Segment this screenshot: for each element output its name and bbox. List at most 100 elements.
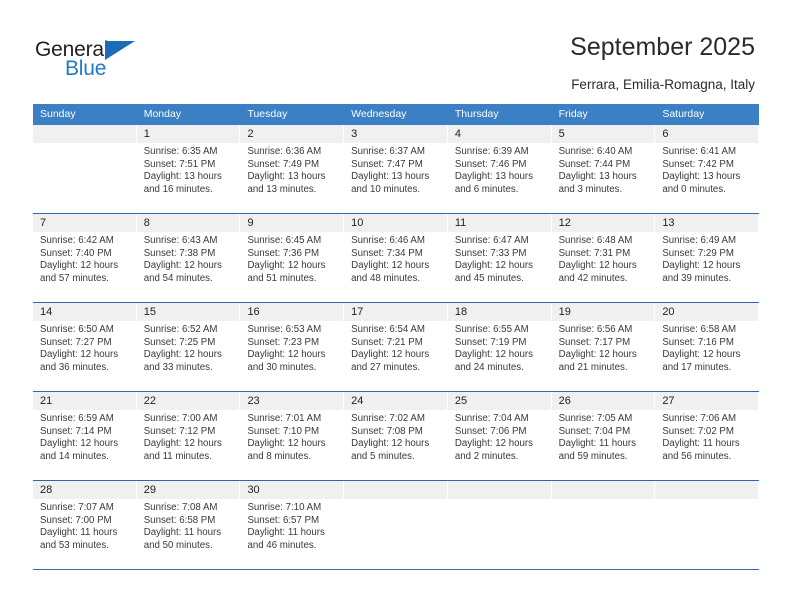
general-blue-logo: General Blue xyxy=(35,38,155,84)
day-number: 16 xyxy=(240,303,344,321)
day-sun-info: Sunrise: 7:07 AM Sunset: 7:00 PM Daylight:… xyxy=(33,499,136,552)
calendar-day-cell-empty xyxy=(447,481,552,569)
sunset-text: Sunset: 7:46 PM xyxy=(454,158,527,170)
sunset-text: Sunset: 7:31 PM xyxy=(558,247,631,259)
sunset-text: Sunset: 7:04 PM xyxy=(558,425,631,437)
day-sun-info: Sunrise: 6:40 AM Sunset: 7:44 PM Daylight:… xyxy=(552,143,655,196)
calendar-day-cell[interactable]: 15 Sunrise: 6:52 AM Sunset: 7:25 PM Dayligh… xyxy=(136,303,241,391)
calendar-day-cell[interactable]: 27 Sunrise: 7:06 AM Sunset: 7:02 PM Dayligh… xyxy=(655,392,760,480)
day-number: 5 xyxy=(551,125,655,143)
sunset-text: Sunset: 7:29 PM xyxy=(662,247,734,259)
daylight-text: Daylight: 11 hours and 53 minutes. xyxy=(40,527,118,551)
sunset-text: Sunset: 7:42 PM xyxy=(662,158,734,170)
sunset-text: Sunset: 7:49 PM xyxy=(247,158,320,170)
calendar-day-cell[interactable]: 28 Sunrise: 7:07 AM Sunset: 7:00 PM Dayligh… xyxy=(33,481,137,569)
day-sun-info: Sunrise: 6:48 AM Sunset: 7:31 PM Daylight:… xyxy=(552,232,655,285)
day-sun-info: Sunrise: 6:37 AM Sunset: 7:47 PM Daylight:… xyxy=(344,143,447,196)
day-number: 14 xyxy=(33,303,136,321)
weekday-header-monday: Monday xyxy=(143,108,182,120)
calendar-day-cell[interactable]: 1 Sunrise: 6:35 AM Sunset: 7:51 PM Daylight… xyxy=(136,125,241,213)
calendar-day-cell[interactable]: 22 Sunrise: 7:00 AM Sunset: 7:12 PM Dayligh… xyxy=(136,392,241,480)
daylight-text: Daylight: 12 hours and 27 minutes. xyxy=(351,349,430,373)
sunrise-text: Sunrise: 6:45 AM xyxy=(247,235,322,246)
day-sun-info: Sunrise: 6:53 AM Sunset: 7:23 PM Daylight:… xyxy=(240,321,343,374)
daylight-text: Daylight: 12 hours and 24 minutes. xyxy=(454,349,533,373)
day-number: 27 xyxy=(655,392,759,410)
sunset-text: Sunset: 7:17 PM xyxy=(558,336,631,348)
daylight-text: Daylight: 12 hours and 21 minutes. xyxy=(558,349,637,373)
calendar-day-cell[interactable]: 20 Sunrise: 6:58 AM Sunset: 7:16 PM Dayligh… xyxy=(655,303,760,391)
calendar-day-cell[interactable]: 12 Sunrise: 6:48 AM Sunset: 7:31 PM Dayligh… xyxy=(551,214,656,302)
calendar-day-cell[interactable]: 26 Sunrise: 7:05 AM Sunset: 7:04 PM Dayligh… xyxy=(551,392,656,480)
sunset-text: Sunset: 7:21 PM xyxy=(351,336,423,348)
day-number: 6 xyxy=(655,125,759,143)
calendar-day-cell[interactable]: 19 Sunrise: 6:56 AM Sunset: 7:17 PM Dayligh… xyxy=(551,303,656,391)
sunrise-text: Sunrise: 7:05 AM xyxy=(558,413,633,424)
calendar-day-cell[interactable]: 8 Sunrise: 6:43 AM Sunset: 7:38 PM Daylight… xyxy=(136,214,241,302)
weekday-header-thursday: Thursday xyxy=(454,108,499,120)
sunrise-text: Sunrise: 6:35 AM xyxy=(143,146,218,157)
daylight-text: Daylight: 12 hours and 33 minutes. xyxy=(143,349,222,373)
calendar-day-cell[interactable]: 11 Sunrise: 6:47 AM Sunset: 7:33 PM Dayligh… xyxy=(447,214,552,302)
calendar-day-cell[interactable]: 10 Sunrise: 6:46 AM Sunset: 7:34 PM Dayligh… xyxy=(344,214,448,302)
sunset-text: Sunset: 7:27 PM xyxy=(40,336,112,348)
day-number xyxy=(551,481,655,499)
calendar-day-cell[interactable]: 5 Sunrise: 6:40 AM Sunset: 7:44 PM Daylight… xyxy=(551,125,656,213)
sunrise-text: Sunrise: 6:40 AM xyxy=(558,146,633,157)
calendar-day-cell[interactable]: 18 Sunrise: 6:55 AM Sunset: 7:19 PM Dayligh… xyxy=(447,303,552,391)
sunset-text: Sunset: 6:57 PM xyxy=(247,514,320,526)
sunset-text: Sunset: 7:12 PM xyxy=(143,425,216,437)
day-number: 7 xyxy=(33,214,136,232)
day-sun-info: Sunrise: 6:49 AM Sunset: 7:29 PM Daylight:… xyxy=(655,232,758,285)
calendar-day-cell[interactable]: 23 Sunrise: 7:01 AM Sunset: 7:10 PM Dayligh… xyxy=(240,392,345,480)
calendar-day-cell[interactable]: 25 Sunrise: 7:04 AM Sunset: 7:06 PM Dayligh… xyxy=(447,392,552,480)
day-number: 21 xyxy=(33,392,136,410)
sunrise-text: Sunrise: 6:59 AM xyxy=(40,413,114,424)
calendar-day-cell-empty xyxy=(655,481,760,569)
daylight-text: Daylight: 12 hours and 8 minutes. xyxy=(247,438,326,462)
calendar-day-cell[interactable]: 2 Sunrise: 6:36 AM Sunset: 7:49 PM Daylight… xyxy=(240,125,345,213)
sunset-text: Sunset: 7:10 PM xyxy=(247,425,320,437)
sunrise-text: Sunrise: 6:39 AM xyxy=(454,146,529,157)
weekday-header-tuesday: Tuesday xyxy=(247,108,288,120)
sunset-text: Sunset: 6:58 PM xyxy=(143,514,216,526)
daylight-text: Daylight: 12 hours and 51 minutes. xyxy=(247,260,326,284)
sunrise-text: Sunrise: 6:43 AM xyxy=(143,235,218,246)
daylight-text: Daylight: 12 hours and 39 minutes. xyxy=(662,260,741,284)
sunrise-text: Sunrise: 6:47 AM xyxy=(454,235,529,246)
calendar-day-cell[interactable]: 21 Sunrise: 6:59 AM Sunset: 7:14 PM Dayligh… xyxy=(33,392,137,480)
calendar-day-cell[interactable]: 6 Sunrise: 6:41 AM Sunset: 7:42 PM Daylight… xyxy=(655,125,760,213)
day-number: 18 xyxy=(447,303,551,321)
daylight-text: Daylight: 12 hours and 57 minutes. xyxy=(40,260,119,284)
sunrise-text: Sunrise: 6:46 AM xyxy=(351,235,425,246)
day-number: 25 xyxy=(447,392,551,410)
sunrise-text: Sunrise: 6:58 AM xyxy=(662,324,737,335)
calendar-day-cell[interactable]: 4 Sunrise: 6:39 AM Sunset: 7:46 PM Daylight… xyxy=(447,125,552,213)
day-number: 3 xyxy=(344,125,447,143)
calendar-day-cell[interactable]: 13 Sunrise: 6:49 AM Sunset: 7:29 PM Dayligh… xyxy=(655,214,760,302)
calendar-day-cell[interactable]: 17 Sunrise: 6:54 AM Sunset: 7:21 PM Dayligh… xyxy=(344,303,448,391)
day-number: 11 xyxy=(447,214,551,232)
weekday-header-wednesday: Wednesday xyxy=(351,108,407,120)
sunrise-text: Sunrise: 6:54 AM xyxy=(351,324,425,335)
calendar-day-cell[interactable]: 9 Sunrise: 6:45 AM Sunset: 7:36 PM Daylight… xyxy=(240,214,345,302)
calendar-day-cell[interactable]: 14 Sunrise: 6:50 AM Sunset: 7:27 PM Dayligh… xyxy=(33,303,137,391)
calendar-day-cell[interactable]: 3 Sunrise: 6:37 AM Sunset: 7:47 PM Daylight… xyxy=(344,125,448,213)
day-sun-info: Sunrise: 7:00 AM Sunset: 7:12 PM Daylight:… xyxy=(137,410,240,463)
day-sun-info: Sunrise: 7:06 AM Sunset: 7:02 PM Daylight:… xyxy=(655,410,758,463)
calendar-day-cell[interactable]: 24 Sunrise: 7:02 AM Sunset: 7:08 PM Dayligh… xyxy=(344,392,448,480)
sunrise-text: Sunrise: 7:04 AM xyxy=(454,413,529,424)
calendar-day-cell[interactable]: 16 Sunrise: 6:53 AM Sunset: 7:23 PM Dayligh… xyxy=(240,303,345,391)
calendar-day-cell[interactable]: 30 Sunrise: 7:10 AM Sunset: 6:57 PM Dayligh… xyxy=(240,481,345,569)
calendar-day-cell-empty xyxy=(344,481,448,569)
calendar-day-cell[interactable]: 7 Sunrise: 6:42 AM Sunset: 7:40 PM Daylight… xyxy=(33,214,137,302)
daylight-text: Daylight: 11 hours and 50 minutes. xyxy=(143,527,222,551)
calendar-day-cell[interactable]: 29 Sunrise: 7:08 AM Sunset: 6:58 PM Dayligh… xyxy=(136,481,241,569)
sunrise-text: Sunrise: 6:50 AM xyxy=(40,324,114,335)
daylight-text: Daylight: 12 hours and 45 minutes. xyxy=(454,260,533,284)
calendar-day-cell-empty xyxy=(33,125,137,213)
sunset-text: Sunset: 7:44 PM xyxy=(558,158,631,170)
sunrise-text: Sunrise: 6:42 AM xyxy=(40,235,114,246)
daylight-text: Daylight: 13 hours and 0 minutes. xyxy=(662,171,741,195)
day-number: 4 xyxy=(447,125,551,143)
